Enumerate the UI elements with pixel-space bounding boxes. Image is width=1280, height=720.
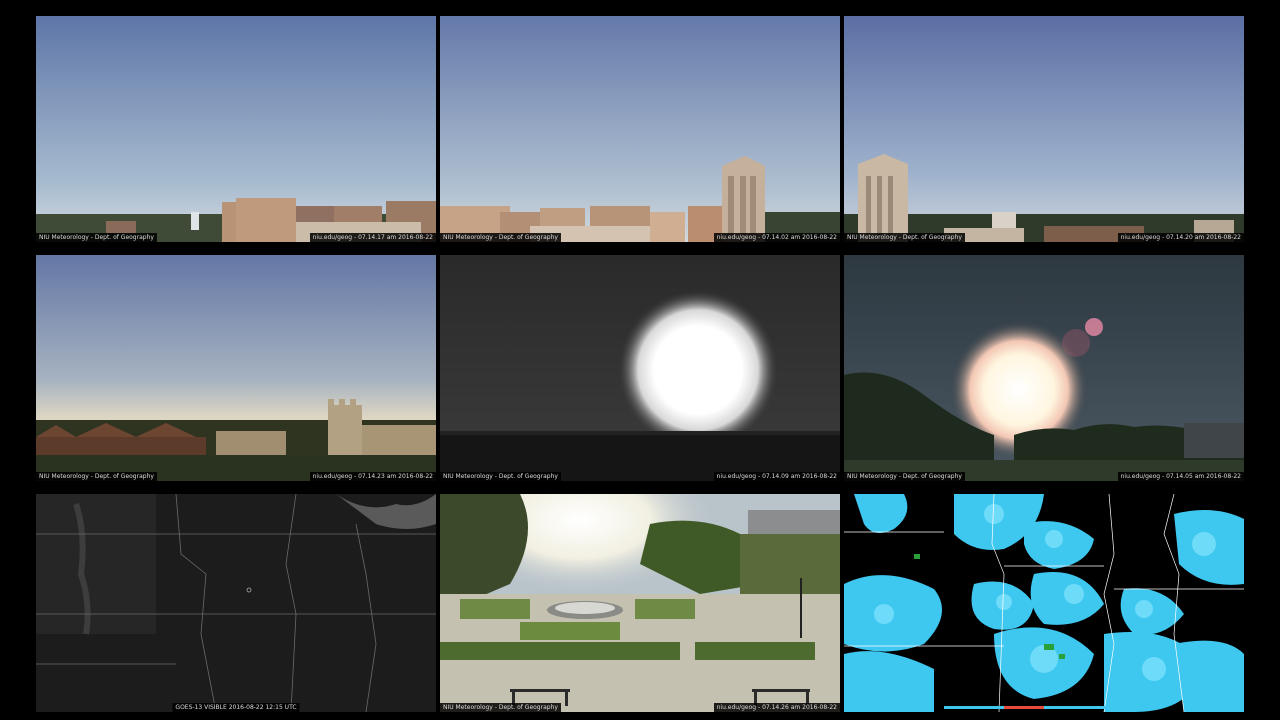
webcam-tile-3[interactable]: NIU Meteorology - Dept. of Geography niu… (844, 16, 1244, 242)
camera-caption: NIU Meteorology - Dept. of Geography (440, 472, 561, 481)
webcam-grid: NIU Meteorology - Dept. of Geography niu… (0, 0, 1280, 720)
satellite-image (36, 494, 436, 712)
satellite-tile[interactable]: GOES-13 VISIBLE 2016-08-22 12:15 UTC (36, 494, 436, 712)
webcam-tile-6[interactable]: NIU Meteorology - Dept. of Geography niu… (844, 255, 1244, 481)
webcam-image-3 (844, 16, 1244, 242)
camera-caption: NIU Meteorology - Dept. of Geography (844, 233, 965, 242)
webcam-tile-1[interactable]: NIU Meteorology - Dept. of Geography niu… (36, 16, 436, 242)
camera-caption: NIU Meteorology - Dept. of Geography (36, 472, 157, 481)
webcam-image-4 (36, 255, 436, 481)
webcam-tile-4[interactable]: NIU Meteorology - Dept. of Geography niu… (36, 255, 436, 481)
webcam-tile-8[interactable]: NIU Meteorology - Dept. of Geography niu… (440, 494, 840, 712)
webcam-image-6 (844, 255, 1244, 481)
timestamp-caption: niu.edu/geog - 07.14.09 am 2016-08-22 (713, 472, 840, 481)
timestamp-caption: niu.edu/geog - 07.14.20 am 2016-08-22 (1117, 233, 1244, 242)
camera-caption: NIU Meteorology - Dept. of Geography (36, 233, 157, 242)
timestamp-caption: niu.edu/geog - 07.14.26 am 2016-08-22 (713, 703, 840, 712)
timestamp-caption: niu.edu/geog - 07.14.23 am 2016-08-22 (309, 472, 436, 481)
radar-tile[interactable] (844, 494, 1244, 712)
webcam-image-8 (440, 494, 840, 712)
webcam-tile-5[interactable]: NIU Meteorology - Dept. of Geography niu… (440, 255, 840, 481)
satellite-caption: GOES-13 VISIBLE 2016-08-22 12:15 UTC (172, 703, 300, 712)
camera-caption: NIU Meteorology - Dept. of Geography (844, 472, 965, 481)
webcam-image-5 (440, 255, 840, 481)
camera-caption: NIU Meteorology - Dept. of Geography (440, 703, 561, 712)
webcam-image-1 (36, 16, 436, 242)
webcam-image-2 (440, 16, 840, 242)
radar-map (844, 494, 1244, 712)
timestamp-caption: niu.edu/geog - 07.14.02 am 2016-08-22 (713, 233, 840, 242)
timestamp-caption: niu.edu/geog - 07.14.05 am 2016-08-22 (1117, 472, 1244, 481)
timestamp-caption: niu.edu/geog - 07.14.17 am 2016-08-22 (309, 233, 436, 242)
camera-caption: NIU Meteorology - Dept. of Geography (440, 233, 561, 242)
webcam-tile-2[interactable]: NIU Meteorology - Dept. of Geography niu… (440, 16, 840, 242)
